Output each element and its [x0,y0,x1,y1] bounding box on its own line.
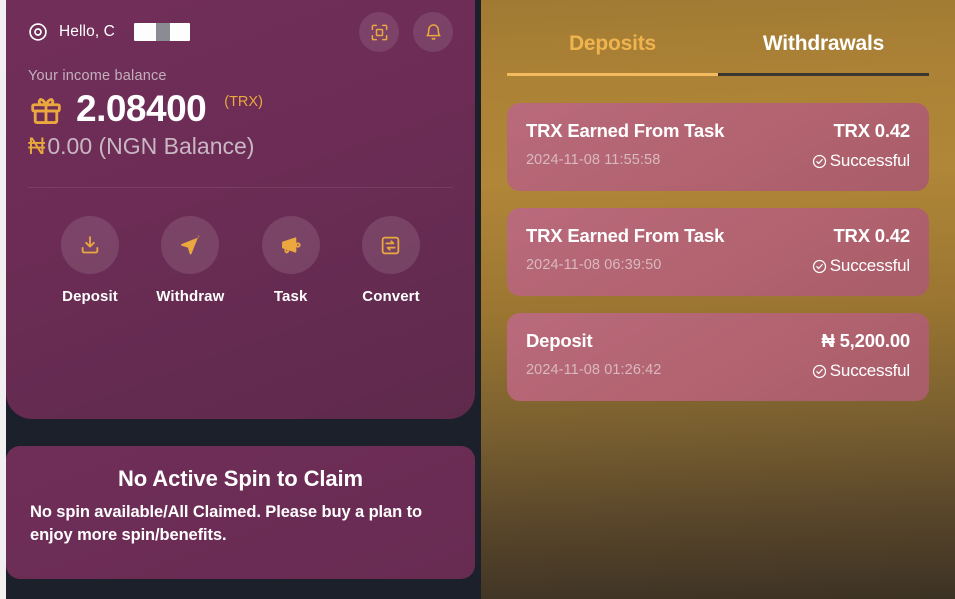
transaction-tabs: Deposits Withdrawals [507,0,929,76]
transaction-amount: ₦ 5,200.00 [821,330,910,351]
action-convert-circle [361,216,420,274]
naira-symbol: ₦ [28,133,46,160]
transaction-info: TRX Earned From Task 2024-11-08 11:55:58 [526,120,724,168]
transaction-row[interactable]: Deposit 2024-11-08 01:26:42 ₦ 5,200.00 S… [507,313,929,401]
action-deposit-label: Deposit [62,288,118,305]
action-task-circle [261,216,320,274]
transaction-status: Successful [829,256,910,275]
balance-amount: 2.08400 [76,88,207,129]
transaction-title: Deposit [526,330,593,351]
status-badge: Successful [812,361,910,381]
spin-subtitle: No spin available/All Claimed. Please bu… [30,503,422,545]
status-badge: Successful [812,151,910,171]
transaction-amount: TRX 0.42 [833,120,910,141]
user-circle-icon [28,22,48,42]
quick-actions: Deposit Withdraw Task Convert [28,188,453,305]
transaction-meta: TRX 0.42 Successful [812,225,910,276]
megaphone-icon [280,234,302,256]
transaction-date: 2024-11-08 06:39:50 [526,257,662,273]
balance-row: 2.08400 (TRX) [28,90,453,127]
action-withdraw-label: Withdraw [156,288,225,305]
redacted-username [133,23,190,41]
action-task-label: Task [273,288,308,305]
action-deposit[interactable]: Deposit [48,216,132,305]
check-circle-icon [812,154,827,169]
transaction-info: TRX Earned From Task 2024-11-08 06:39:50 [526,225,724,273]
gift-icon [28,92,64,126]
transaction-list: TRX Earned From Task 2024-11-08 11:55:58… [507,103,929,401]
action-convert[interactable]: Convert [349,216,433,305]
send-icon [179,234,202,257]
transaction-title: TRX Earned From Task [526,120,725,141]
header-actions [359,12,453,52]
scan-frame-icon [370,23,389,42]
greeting-group: Hello, C [28,22,190,42]
wallet-balance-card: Hello, C Your income balance 2.08400 (TR… [6,0,475,419]
transaction-row[interactable]: TRX Earned From Task 2024-11-08 11:55:58… [507,103,929,191]
action-withdraw-circle [161,216,220,274]
tab-deposits[interactable]: Deposits [507,32,718,76]
check-circle-icon [812,259,827,274]
spin-title: No Active Spin to Claim [117,466,364,491]
balance-label: Your income balance [28,68,167,84]
transaction-amount: TRX 0.42 [833,225,910,246]
transaction-status: Successful [829,361,910,380]
transaction-title: TRX Earned From Task [526,225,725,246]
bell-icon [424,23,443,42]
transaction-date: 2024-11-08 11:55:58 [526,152,661,168]
download-icon [79,234,101,256]
balance-currency: (TRX) [224,94,263,110]
wallet-panel: Hello, C Your income balance 2.08400 (TR… [0,0,481,599]
app-screen: Hello, C Your income balance 2.08400 (TR… [0,0,955,599]
transaction-row[interactable]: TRX Earned From Task 2024-11-08 06:39:50… [507,208,929,296]
transaction-meta: TRX 0.42 Successful [812,120,910,171]
ngn-balance-row: ₦ 0.00 (NGN Balance) [28,135,453,159]
transaction-meta: ₦ 5,200.00 Successful [812,330,910,381]
action-convert-label: Convert [362,288,420,305]
exchange-icon [380,235,401,256]
scan-button[interactable] [359,12,399,52]
transaction-date: 2024-11-08 01:26:42 [526,362,662,378]
notifications-button[interactable] [413,12,453,52]
action-withdraw[interactable]: Withdraw [148,216,232,305]
wallet-header: Hello, C [28,0,453,52]
action-task[interactable]: Task [249,216,333,305]
ngn-balance-value: 0.00 (NGN Balance) [47,133,255,159]
check-circle-icon [812,364,827,379]
action-deposit-circle [61,216,119,274]
left-edge-strip [0,0,6,599]
status-badge: Successful [812,256,910,276]
transaction-status: Successful [829,151,910,170]
spin-banner[interactable]: No Active Spin to Claim No spin availabl… [6,446,475,579]
greeting-text: Hello, C [59,23,115,40]
tab-withdrawals[interactable]: Withdrawals [718,32,929,76]
transactions-panel: Deposits Withdrawals TRX Earned From Tas… [481,0,955,599]
transaction-info: Deposit 2024-11-08 01:26:42 [526,330,661,378]
